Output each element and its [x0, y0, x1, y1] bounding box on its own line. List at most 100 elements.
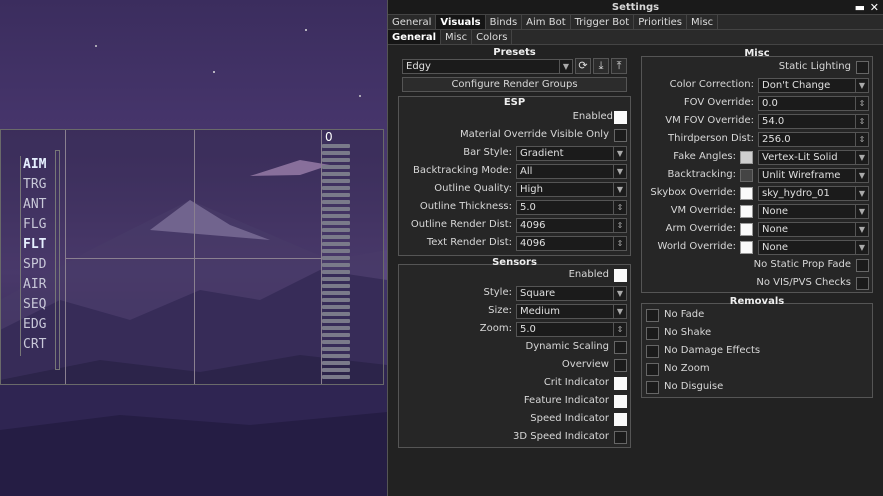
tab-trigger-bot[interactable]: Trigger Bot	[571, 15, 635, 29]
feature-indicator-checkbox[interactable]	[614, 395, 627, 408]
sensor-size-value: Medium	[520, 306, 560, 317]
hud-bar-tick	[322, 165, 350, 169]
hud-bar-tick	[322, 228, 350, 232]
sensor-size-select[interactable]: Medium ▼	[516, 304, 627, 319]
hud-horizontal-line	[66, 258, 323, 259]
skybox-override-select[interactable]: sky_hydro_01 ▼	[758, 186, 869, 201]
arm-override-select[interactable]: None ▼	[758, 222, 869, 237]
backtracking-mode-select[interactable]: All ▼	[516, 164, 627, 179]
hud-bar-tick	[322, 179, 350, 183]
hud-bar-tick	[322, 235, 350, 239]
hud-bar-tick	[322, 186, 350, 190]
thirdperson-dist-stepper[interactable]: 256.0 ⇕	[758, 132, 869, 147]
material-override-checkbox[interactable]	[614, 129, 627, 142]
close-icon[interactable]: ✕	[870, 0, 879, 15]
backtracking-select[interactable]: Unlit Wireframe ▼	[758, 168, 869, 183]
no-disguise-checkbox[interactable]	[646, 381, 659, 394]
sensor-zoom-stepper[interactable]: 5.0 ⇕	[516, 322, 627, 337]
no-zoom-checkbox[interactable]	[646, 363, 659, 376]
hud-bar-tick	[322, 270, 350, 274]
fake-angles-select[interactable]: Vertex-Lit Solid ▼	[758, 150, 869, 165]
chevron-down-icon: ▼	[855, 241, 868, 254]
fake-angles-color-swatch[interactable]	[740, 151, 753, 164]
hud-label: AIM	[20, 156, 52, 176]
hud-bar-tick	[322, 263, 350, 267]
static-lighting-checkbox[interactable]	[856, 61, 869, 74]
window-titlebar: Settings ▬ ✕	[388, 0, 883, 15]
hud-bar-tick	[322, 158, 350, 162]
fov-override-label: FOV Override:	[683, 97, 754, 108]
no-vis-pvs-checkbox[interactable]	[856, 277, 869, 290]
sensor-style-value: Square	[520, 288, 556, 299]
vm-override-value: None	[762, 206, 789, 217]
chevron-down-icon: ▼	[613, 305, 626, 318]
hud-bar-tick	[322, 284, 350, 288]
vm-override-select[interactable]: None ▼	[758, 204, 869, 219]
vm-fov-override-stepper[interactable]: 54.0 ⇕	[758, 114, 869, 129]
hud-vertical-line	[194, 130, 195, 384]
sensor-style-select[interactable]: Square ▼	[516, 286, 627, 301]
skybox-override-color-swatch[interactable]	[740, 187, 753, 200]
upload-icon[interactable]: ⤒	[611, 58, 627, 74]
subtab-general[interactable]: General	[388, 30, 441, 44]
subtab-misc[interactable]: Misc	[441, 30, 473, 44]
hud-bar-tick	[322, 249, 350, 253]
tab-binds[interactable]: Binds	[486, 15, 523, 29]
speed3d-indicator-checkbox[interactable]	[614, 431, 627, 444]
hud-bar-tick	[322, 312, 350, 316]
hud-bar-tick	[322, 200, 350, 204]
sensors-enabled-label: Enabled	[568, 269, 609, 280]
hud-crosshair-box	[65, 130, 323, 384]
arm-override-color-swatch[interactable]	[740, 223, 753, 236]
tab-visuals[interactable]: Visuals	[436, 15, 486, 29]
overview-checkbox[interactable]	[614, 359, 627, 372]
world-override-color-swatch[interactable]	[740, 241, 753, 254]
outline-quality-select[interactable]: High ▼	[516, 182, 627, 197]
speed-indicator-checkbox[interactable]	[614, 413, 627, 426]
hud-label: SPD	[20, 256, 52, 276]
dynamic-scaling-checkbox[interactable]	[614, 341, 627, 354]
esp-enabled-checkbox[interactable]	[614, 111, 627, 124]
vm-override-color-swatch[interactable]	[740, 205, 753, 218]
no-shake-checkbox[interactable]	[646, 327, 659, 340]
sensor-zoom-value: 5.0	[520, 324, 536, 335]
tab-aim-bot[interactable]: Aim Bot	[522, 15, 571, 29]
chevron-down-icon: ▼	[855, 223, 868, 236]
dynamic-scaling-label: Dynamic Scaling	[525, 341, 610, 352]
configure-render-groups-button[interactable]: Configure Render Groups	[402, 77, 627, 92]
preset-select[interactable]: Edgy ▼	[402, 59, 573, 74]
text-render-dist-stepper[interactable]: 4096 ⇕	[516, 236, 627, 251]
sensors-enabled-checkbox[interactable]	[614, 269, 627, 282]
crit-indicator-checkbox[interactable]	[614, 377, 627, 390]
outline-render-dist-stepper[interactable]: 4096 ⇕	[516, 218, 627, 233]
stepper-icon: ⇕	[613, 237, 626, 250]
download-icon[interactable]: ⤓	[593, 58, 609, 74]
arm-override-label: Arm Override:	[665, 223, 736, 234]
subtab-colors[interactable]: Colors	[472, 30, 513, 44]
no-damage-effects-checkbox[interactable]	[646, 345, 659, 358]
hud-bar-tick	[322, 319, 350, 323]
color-correction-select[interactable]: Don't Change ▼	[758, 78, 869, 93]
outline-thickness-stepper[interactable]: 5.0 ⇕	[516, 200, 627, 215]
backtracking-color-swatch[interactable]	[740, 169, 753, 182]
tab-priorities[interactable]: Priorities	[634, 15, 688, 29]
overview-label: Overview	[561, 359, 609, 370]
hud-bar-tick	[322, 214, 350, 218]
no-fade-checkbox[interactable]	[646, 309, 659, 322]
world-override-select[interactable]: None ▼	[758, 240, 869, 255]
refresh-icon[interactable]: ⟳	[575, 58, 591, 74]
hud-bar-tick	[322, 326, 350, 330]
tab-misc[interactable]: Misc	[687, 15, 719, 29]
sensor-zoom-label: Zoom:	[479, 323, 512, 334]
stepper-icon: ⇕	[855, 115, 868, 128]
hud-bar-tick	[322, 151, 350, 155]
no-static-prop-fade-checkbox[interactable]	[856, 259, 869, 272]
stepper-icon: ⇕	[855, 133, 868, 146]
fov-override-stepper[interactable]: 0.0 ⇕	[758, 96, 869, 111]
minimize-icon[interactable]: ▬	[855, 0, 865, 15]
bar-style-select[interactable]: Gradient ▼	[516, 146, 627, 161]
tab-general[interactable]: General	[388, 15, 437, 29]
chevron-down-icon: ▼	[855, 187, 868, 200]
outline-thickness-label: Outline Thickness:	[419, 201, 512, 212]
backtracking-label: Backtracking:	[667, 169, 736, 180]
